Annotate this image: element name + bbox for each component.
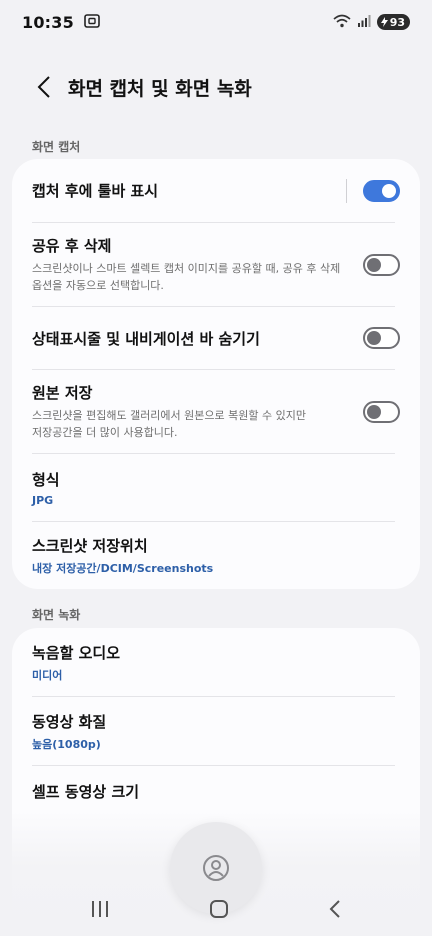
- setting-title: 스크린샷 저장위치: [32, 537, 148, 555]
- setting-description: 스크린샷을 편집해도 갤러리에서 원본으로 복원할 수 있지만 저장공간을 더 …: [32, 407, 306, 441]
- setting-title: 원본 저장: [32, 384, 93, 402]
- back-button[interactable]: [24, 67, 64, 107]
- setting-selfie-video-size[interactable]: 셀프 동영상 크기: [12, 766, 420, 816]
- capture-settings-card: 캡처 후에 툴바 표시 공유 후 삭제 스크린샷이나 스마트 셀렉트 캡처 이미…: [12, 159, 420, 589]
- back-arrow-icon: [329, 900, 341, 918]
- setting-value: 내장 저장공간/DCIM/Screenshots: [32, 562, 214, 575]
- home-button[interactable]: [209, 899, 229, 923]
- setting-description-line: 옵션을 자동으로 선택합니다.: [32, 279, 164, 292]
- chevron-left-icon: [37, 76, 50, 98]
- setting-description-line: 저장공간을 더 많이 사용합니다.: [32, 426, 178, 439]
- save-original-toggle[interactable]: [363, 400, 400, 423]
- section-label-capture: 화면 캡처: [32, 140, 81, 154]
- setting-title: 상태표시줄 및 내비게이션 바 숨기기: [32, 329, 260, 348]
- setting-screenshot-location[interactable]: 스크린샷 저장위치 내장 저장공간/DCIM/Screenshots: [12, 522, 420, 589]
- battery-indicator: 93: [376, 14, 410, 30]
- setting-toolbar-after-capture[interactable]: 캡처 후에 툴바 표시: [12, 159, 420, 222]
- charging-icon: [380, 17, 388, 27]
- back-nav-button[interactable]: [328, 899, 342, 923]
- recent-apps-icon: [91, 901, 108, 917]
- signal-icon: [357, 13, 371, 32]
- navigation-bar: [0, 886, 432, 936]
- setting-value: 미디어: [32, 668, 63, 682]
- screen-capture-icon: [84, 13, 100, 32]
- home-icon: [209, 900, 228, 918]
- wifi-icon: [333, 13, 351, 32]
- setting-description-line: 스크린샷을 편집해도 갤러리에서 원본으로 복원할 수 있지만: [32, 409, 306, 422]
- section-label-recording: 화면 녹화: [32, 608, 81, 622]
- setting-description-line: 스크린샷이나 스마트 셀렉트 캡처 이미지를 공유할 때, 공유 후 삭제: [32, 262, 341, 275]
- setting-title: 녹음할 오디오: [32, 643, 121, 662]
- setting-title: 동영상 화질: [32, 712, 107, 731]
- setting-record-audio[interactable]: 녹음할 오디오 미디어: [12, 628, 420, 696]
- setting-title: 형식: [32, 470, 60, 489]
- recent-apps-button[interactable]: [90, 900, 110, 922]
- setting-value: 높음(1080p): [32, 737, 101, 751]
- toolbar-toggle[interactable]: [363, 179, 400, 202]
- setting-title: 셀프 동영상 크기: [32, 782, 140, 801]
- setting-description: 스크린샷이나 스마트 셀렉트 캡처 이미지를 공유할 때, 공유 후 삭제 옵션…: [32, 260, 340, 294]
- battery-level: 93: [389, 15, 405, 29]
- delete-after-share-toggle[interactable]: [363, 253, 400, 276]
- status-bar: 10:35 93: [0, 0, 432, 44]
- setting-hide-status-nav-bars[interactable]: 상태표시줄 및 내비게이션 바 숨기기: [12, 307, 420, 369]
- setting-title: 공유 후 삭제: [32, 237, 112, 255]
- setting-value: JPG: [32, 493, 54, 507]
- status-time: 10:35: [22, 12, 74, 32]
- page-header: 화면 캡처 및 화면 녹화: [0, 64, 432, 110]
- setting-format[interactable]: 형식 JPG: [12, 454, 420, 521]
- page-title: 화면 캡처 및 화면 녹화: [68, 77, 252, 100]
- setting-save-original[interactable]: 원본 저장 스크린샷을 편집해도 갤러리에서 원본으로 복원할 수 있지만 저장…: [12, 370, 420, 453]
- person-icon: [203, 855, 229, 881]
- setting-delete-after-share[interactable]: 공유 후 삭제 스크린샷이나 스마트 셀렉트 캡처 이미지를 공유할 때, 공유…: [12, 223, 420, 306]
- divider: [346, 178, 347, 203]
- setting-video-quality[interactable]: 동영상 화질 높음(1080p): [12, 697, 420, 765]
- setting-title: 캡처 후에 툴바 표시: [32, 182, 159, 200]
- hide-bars-toggle[interactable]: [363, 327, 400, 349]
